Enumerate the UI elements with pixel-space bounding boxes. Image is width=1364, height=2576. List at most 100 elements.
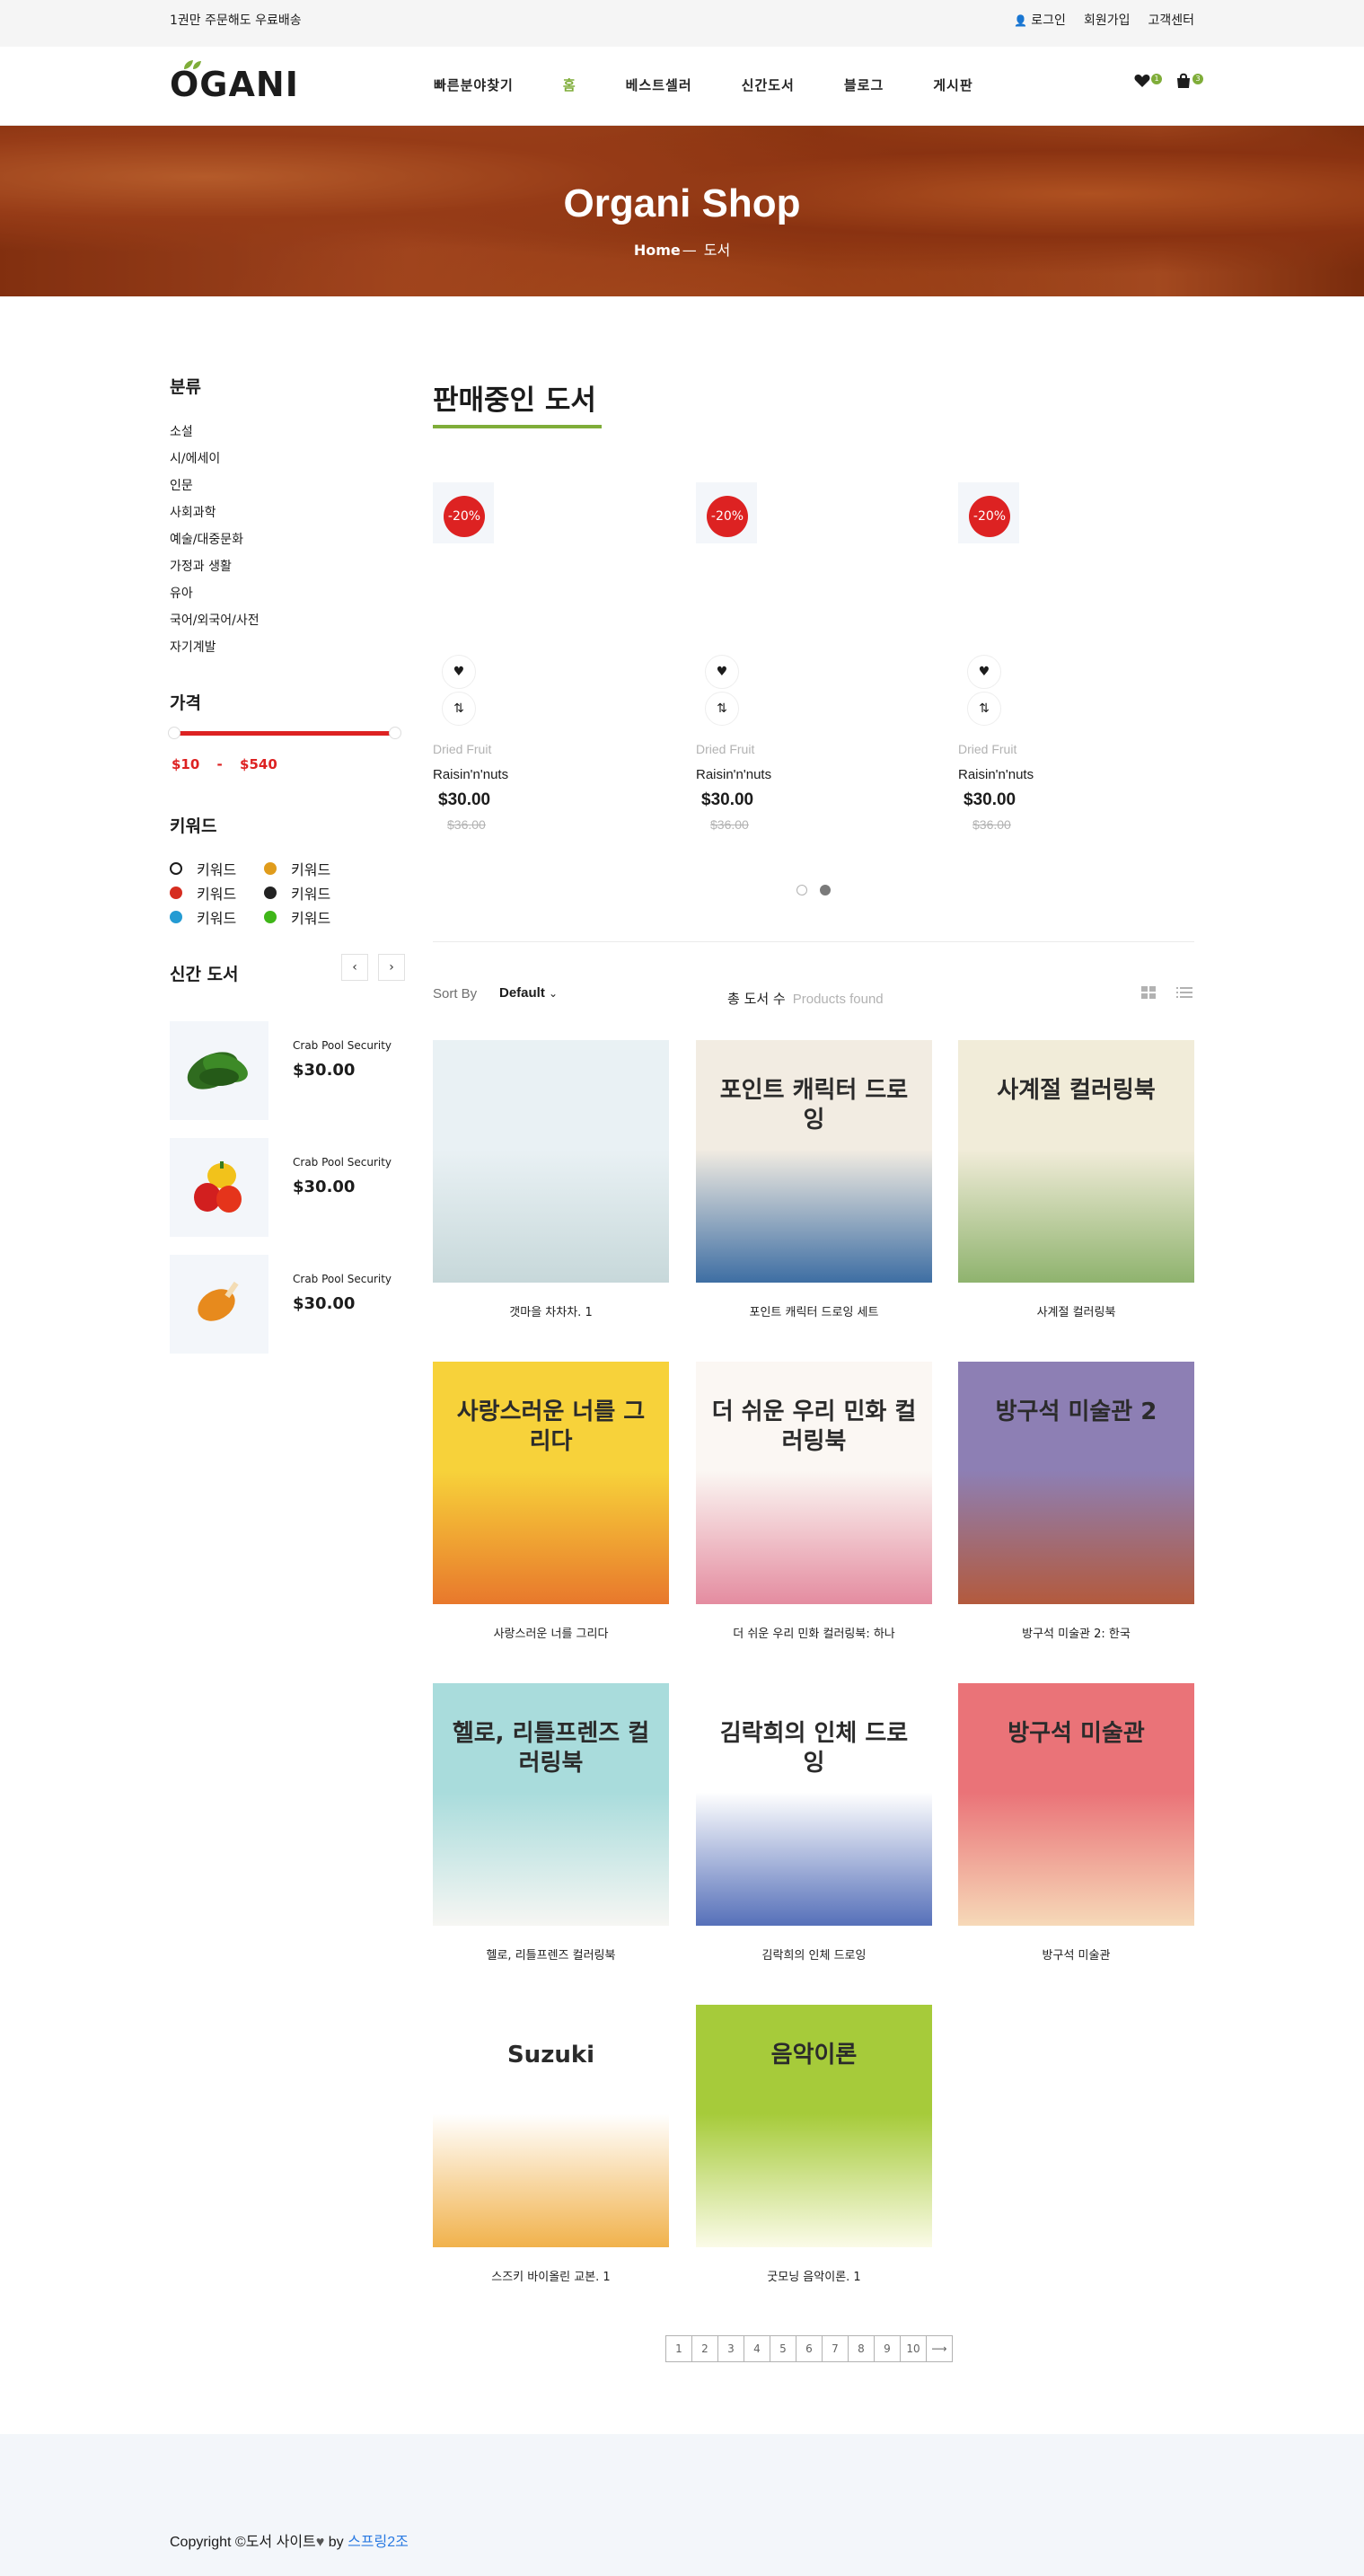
page-link[interactable]: 10: [900, 2335, 927, 2362]
signup-link[interactable]: 회원가입: [1084, 11, 1131, 29]
price-max-handle[interactable]: [389, 727, 401, 739]
wishlist-button[interactable]: ♥: [705, 655, 739, 689]
carousel-dot-active[interactable]: [820, 885, 831, 895]
category-item[interactable]: 시/에세이: [170, 449, 220, 467]
category-item[interactable]: 예술/대중문화: [170, 530, 243, 548]
category-item[interactable]: 소설: [170, 422, 193, 440]
sort-select[interactable]: Default ⌄: [499, 985, 558, 1001]
carousel-dot[interactable]: [796, 885, 807, 895]
sale-section-title: 판매중인 도서: [433, 384, 596, 417]
book-cover[interactable]: 방구석 미술관: [958, 1683, 1194, 1926]
retweet-icon: ⇅: [453, 701, 464, 716]
product-name[interactable]: Raisin'n'nuts: [433, 767, 508, 782]
book-title[interactable]: 방구석 미술관: [958, 1945, 1194, 1963]
book-cover[interactable]: 김락희의 인체 드로잉: [696, 1683, 932, 1926]
page-link[interactable]: 9: [874, 2335, 901, 2362]
book-cover[interactable]: 사계절 컬러링북: [958, 1040, 1194, 1283]
book-title[interactable]: 더 쉬운 우리 민화 컬러링북: 하나: [696, 1624, 932, 1641]
page-link[interactable]: 5: [770, 2335, 796, 2362]
nav-item-category-finder[interactable]: 빠른분야찾기: [434, 75, 514, 94]
keyword-option[interactable]: 키워드: [170, 906, 236, 928]
latest-product[interactable]: Crab Pool Security $30.00: [170, 1138, 439, 1237]
price-min-handle[interactable]: [168, 727, 180, 739]
retweet-icon: ⇅: [717, 701, 727, 716]
login-link[interactable]: 👤 로그인: [1014, 11, 1066, 29]
page-link[interactable]: 7: [822, 2335, 849, 2362]
discount-product[interactable]: -20% ♥ ⇅ Dried Fruit Raisin'n'nuts $30.0…: [696, 482, 929, 833]
keyword-option[interactable]: 키워드: [264, 858, 330, 879]
keyword-label: 키워드: [197, 910, 237, 927]
latest-next-button[interactable]: ›: [378, 954, 405, 981]
category-item[interactable]: 인문: [170, 476, 193, 494]
page-link[interactable]: 4: [744, 2335, 770, 2362]
author-link[interactable]: 스프링2조: [348, 2535, 409, 2550]
heart-icon: ♥: [453, 665, 465, 679]
book-cover[interactable]: 더 쉬운 우리 민화 컬러링북: [696, 1362, 932, 1604]
book-cover[interactable]: Suzuki: [433, 2005, 669, 2247]
book-title[interactable]: 김락희의 인체 드로잉: [696, 1945, 932, 1963]
heart-icon: ♥: [315, 2535, 325, 2550]
wishlist-button[interactable]: ♥: [442, 655, 476, 689]
latest-prev-button[interactable]: ‹: [341, 954, 368, 981]
nav-item-board[interactable]: 게시판: [933, 75, 972, 94]
latest-product[interactable]: Crab Pool Security $30.00: [170, 1021, 439, 1120]
wishlist-button[interactable]: 1: [1133, 72, 1162, 92]
keyword-option[interactable]: 키워드: [170, 882, 236, 904]
page-link[interactable]: 2: [691, 2335, 718, 2362]
latest-product[interactable]: Crab Pool Security $30.00: [170, 1255, 439, 1354]
book-title[interactable]: 사랑스러운 너를 그리다: [433, 1624, 669, 1641]
book-title[interactable]: 방구석 미술관 2: 한국: [958, 1624, 1194, 1641]
list-view-icon[interactable]: [1175, 984, 1193, 1001]
price-range-slider[interactable]: [168, 727, 401, 739]
book-title[interactable]: 포인트 캐릭터 드로잉 세트: [696, 1302, 932, 1319]
discount-badge: -20%: [444, 496, 485, 537]
nav-item-new-books[interactable]: 신간도서: [742, 75, 795, 94]
category-item[interactable]: 사회과학: [170, 503, 216, 521]
nav-item-blog[interactable]: 블로그: [844, 75, 884, 94]
book-title[interactable]: 갯마을 차차차. 1: [433, 1302, 669, 1319]
nav-item-home[interactable]: 홈: [563, 75, 576, 94]
book-cover[interactable]: 헬로, 리틀프렌즈 컬러링북: [433, 1683, 669, 1926]
category-item[interactable]: 국어/외국어/사전: [170, 611, 260, 629]
latest-product-name: Crab Pool Security: [293, 1039, 392, 1052]
category-item[interactable]: 가정과 생활: [170, 557, 232, 575]
page-link[interactable]: 1: [665, 2335, 692, 2362]
compare-button[interactable]: ⇅: [705, 692, 739, 726]
cover-text: 방구석 미술관 2: [995, 1398, 1157, 1425]
grid-view-icon[interactable]: [1140, 984, 1157, 1001]
book-title[interactable]: 굿모닝 음악이론. 1: [696, 2267, 932, 2284]
category-item[interactable]: 자기계발: [170, 638, 216, 656]
compare-button[interactable]: ⇅: [967, 692, 1001, 726]
discount-product[interactable]: -20% ♥ ⇅ Dried Fruit Raisin'n'nuts $30.0…: [433, 482, 666, 833]
book-cover[interactable]: 음악이론: [696, 2005, 932, 2247]
breadcrumb-home[interactable]: Home: [634, 242, 681, 259]
title-underline: [433, 425, 602, 428]
nav-item-bestseller[interactable]: 베스트셀러: [626, 75, 692, 94]
support-link[interactable]: 고객센터: [1148, 11, 1194, 29]
book-cover[interactable]: 포인트 캐릭터 드로잉: [696, 1040, 932, 1283]
next-page-button[interactable]: ⟶: [926, 2335, 953, 2362]
product-name[interactable]: Raisin'n'nuts: [696, 767, 771, 782]
chicken-icon: [198, 1281, 239, 1321]
keyword-option[interactable]: 키워드: [264, 906, 330, 928]
logo[interactable]: OGANI: [170, 60, 299, 104]
keyword-label: 키워드: [291, 886, 331, 903]
cart-button[interactable]: 3: [1175, 72, 1203, 92]
page-link[interactable]: 3: [717, 2335, 744, 2362]
keyword-option[interactable]: 키워드: [264, 882, 330, 904]
wishlist-button[interactable]: ♥: [967, 655, 1001, 689]
category-item[interactable]: 유아: [170, 584, 193, 602]
discount-product[interactable]: -20% ♥ ⇅ Dried Fruit Raisin'n'nuts $30.0…: [958, 482, 1192, 833]
book-cover[interactable]: [433, 1040, 669, 1283]
book-title[interactable]: 스즈키 바이올린 교본. 1: [433, 2267, 669, 2284]
book-title[interactable]: 헬로, 리틀프렌즈 컬러링북: [433, 1945, 669, 1963]
keyword-label: 키워드: [197, 886, 237, 903]
page-link[interactable]: 6: [796, 2335, 823, 2362]
book-cover[interactable]: 방구석 미술관 2: [958, 1362, 1194, 1604]
book-cover[interactable]: 사랑스러운 너를 그리다: [433, 1362, 669, 1604]
page-link[interactable]: 8: [848, 2335, 875, 2362]
product-name[interactable]: Raisin'n'nuts: [958, 767, 1034, 782]
book-title[interactable]: 사계절 컬러링북: [958, 1302, 1194, 1319]
keyword-option[interactable]: 키워드: [170, 858, 236, 879]
compare-button[interactable]: ⇅: [442, 692, 476, 726]
